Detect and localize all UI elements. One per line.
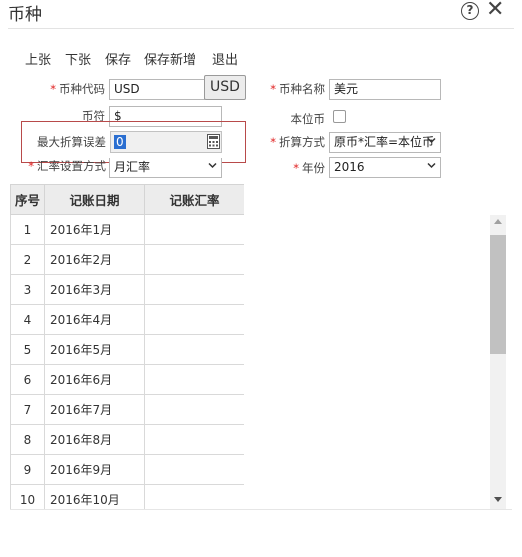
table-row[interactable]: 4 2016年4月 [10, 304, 244, 335]
row-no: 1 [10, 214, 45, 245]
currency-name-label: * 币种名称 [270, 82, 325, 96]
row-rate-cell[interactable] [144, 484, 244, 510]
scroll-down-arrow-icon[interactable] [494, 497, 502, 502]
save-and-new-button[interactable]: 保存新增 [144, 49, 196, 68]
row-rate-cell[interactable] [144, 304, 244, 335]
rate-setting-label: * 汇率设置方式 [28, 159, 106, 173]
prev-record-button[interactable]: 上张 [25, 49, 51, 68]
table-row[interactable]: 9 2016年9月 [10, 454, 244, 485]
row-no: 9 [10, 454, 45, 485]
row-date: 2016年7月 [44, 394, 145, 425]
title-bar: 币种 ? ✕ [0, 0, 522, 30]
base-currency-checkbox[interactable] [333, 110, 346, 123]
max-error-input[interactable]: 0 [110, 131, 222, 153]
max-error-label: 最大折算误差 [37, 135, 106, 149]
rate-grid: 序号 记账日期 记账汇率 1 2016年1月 2 2016年2月 3 2016年3月 … [10, 184, 244, 510]
currency-name-input[interactable]: 美元 [329, 79, 441, 100]
row-date: 2016年10月 [44, 484, 145, 510]
row-no: 4 [10, 304, 45, 335]
row-no: 10 [10, 484, 45, 510]
row-no: 5 [10, 334, 45, 365]
row-date: 2016年3月 [44, 274, 145, 305]
vertical-scrollbar[interactable] [490, 215, 506, 509]
year-label: * 年份 [293, 161, 325, 175]
table-row[interactable]: 8 2016年8月 [10, 424, 244, 455]
window-title: 币种 [8, 5, 42, 25]
title-divider [8, 28, 514, 29]
table-row[interactable]: 3 2016年3月 [10, 274, 244, 305]
row-date: 2016年2月 [44, 244, 145, 275]
table-header-row: 序号 记账日期 记账汇率 [10, 184, 244, 215]
row-rate-cell[interactable] [144, 424, 244, 455]
col-header-date[interactable]: 记账日期 [44, 184, 145, 215]
row-rate-cell[interactable] [144, 364, 244, 395]
table-row[interactable]: 5 2016年5月 [10, 334, 244, 365]
col-header-no[interactable]: 序号 [10, 184, 45, 215]
convert-method-label: * 折算方式 [270, 135, 325, 149]
row-date: 2016年4月 [44, 304, 145, 335]
save-button[interactable]: 保存 [105, 49, 131, 68]
row-no: 7 [10, 394, 45, 425]
max-error-value: 0 [114, 135, 126, 149]
convert-method-value: 原币*汇率=本位币 [334, 135, 435, 149]
row-rate-cell[interactable] [144, 334, 244, 365]
currency-code-lookup-button[interactable]: USD [204, 75, 246, 100]
bottom-divider [10, 509, 512, 510]
currency-code-input[interactable]: USD [109, 79, 205, 100]
year-value: 2016 [334, 160, 365, 174]
next-record-button[interactable]: 下张 [65, 49, 91, 68]
row-no: 6 [10, 364, 45, 395]
close-icon[interactable]: ✕ [486, 0, 504, 21]
convert-method-select[interactable]: 原币*汇率=本位币 [329, 132, 441, 153]
col-header-rate[interactable]: 记账汇率 [144, 184, 244, 215]
row-date: 2016年1月 [44, 214, 145, 245]
exit-button[interactable]: 退出 [212, 49, 238, 68]
help-icon[interactable]: ? [461, 2, 479, 20]
chevron-down-icon [427, 162, 436, 169]
rate-table: 序号 记账日期 记账汇率 1 2016年1月 2 2016年2月 3 2016年3月 … [10, 184, 244, 510]
table-row[interactable]: 6 2016年6月 [10, 364, 244, 395]
row-rate-cell[interactable] [144, 274, 244, 305]
calculator-icon[interactable] [207, 134, 220, 149]
row-date: 2016年5月 [44, 334, 145, 365]
row-no: 2 [10, 244, 45, 275]
row-date: 2016年6月 [44, 364, 145, 395]
chevron-down-icon [208, 162, 217, 169]
rate-setting-value: 月汇率 [114, 160, 151, 174]
year-select[interactable]: 2016 [329, 157, 441, 178]
row-rate-cell[interactable] [144, 214, 244, 245]
table-row[interactable]: 7 2016年7月 [10, 394, 244, 425]
row-rate-cell[interactable] [144, 244, 244, 275]
row-no: 3 [10, 274, 45, 305]
rate-setting-select[interactable]: 月汇率 [109, 158, 222, 178]
base-currency-label: 本位币 [290, 112, 326, 126]
currency-code-label: * 币种代码 [50, 82, 105, 96]
scrollbar-thumb[interactable] [490, 235, 506, 354]
scroll-up-arrow-icon[interactable] [494, 219, 502, 224]
row-rate-cell[interactable] [144, 454, 244, 485]
table-row[interactable]: 10 2016年10月 [10, 484, 244, 510]
table-row[interactable]: 1 2016年1月 [10, 214, 244, 245]
table-row[interactable]: 2 2016年2月 [10, 244, 244, 275]
row-date: 2016年8月 [44, 424, 145, 455]
row-date: 2016年9月 [44, 454, 145, 485]
chevron-down-icon [427, 137, 436, 144]
row-rate-cell[interactable] [144, 394, 244, 425]
row-no: 8 [10, 424, 45, 455]
